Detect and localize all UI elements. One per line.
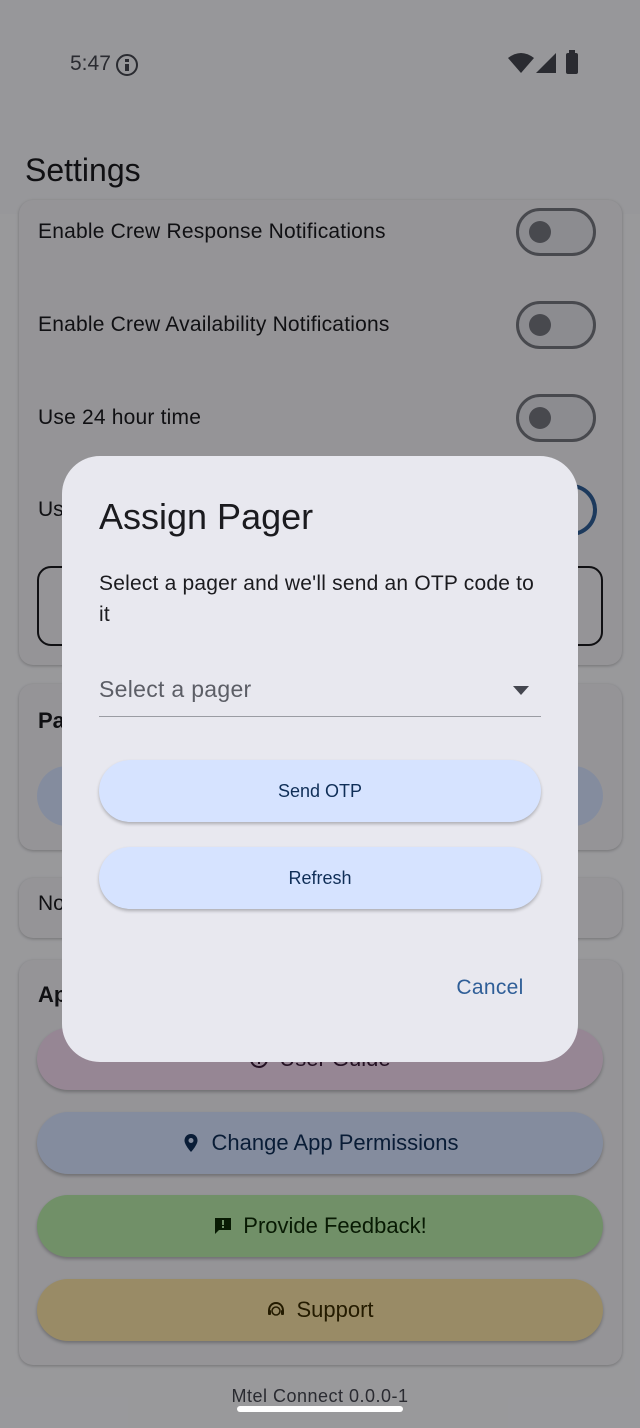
assign-pager-dialog: Assign Pager Select a pager and we'll se…: [62, 456, 578, 1062]
home-indicator[interactable]: [237, 1406, 403, 1412]
refresh-button[interactable]: Refresh: [99, 847, 541, 909]
refresh-label: Refresh: [288, 867, 352, 888]
dialog-title: Assign Pager: [99, 496, 314, 537]
dialog-body: Select a pager and we'll send an OTP cod…: [99, 572, 535, 626]
cancel-button[interactable]: Cancel: [440, 968, 540, 1008]
pager-select-dropdown[interactable]: Select a pager: [99, 666, 541, 717]
cancel-label: Cancel: [456, 976, 524, 999]
pager-select-placeholder: Select a pager: [99, 676, 252, 702]
send-otp-button[interactable]: Send OTP: [99, 760, 541, 822]
dropdown-arrow-icon: [513, 686, 529, 695]
send-otp-label: Send OTP: [277, 780, 363, 801]
